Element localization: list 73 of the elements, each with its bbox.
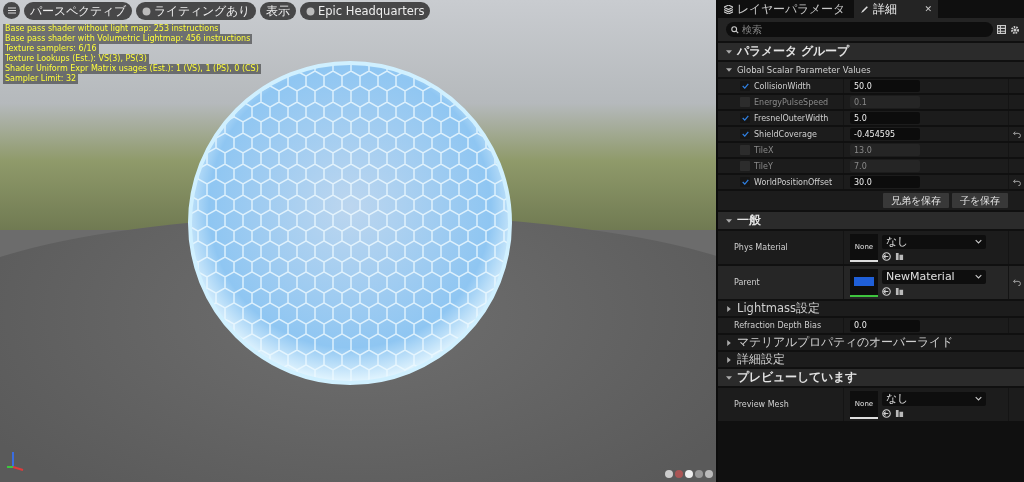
- toolbar-button[interactable]: 表示: [260, 2, 296, 20]
- use-asset-icon[interactable]: [882, 251, 891, 261]
- browse-folder-icon[interactable]: [895, 286, 904, 296]
- number-field[interactable]: 50.0: [850, 80, 920, 92]
- number-field[interactable]: -0.454595: [850, 128, 920, 140]
- asset-dropdown[interactable]: なし: [882, 391, 986, 406]
- parameter-name: EnergyPulseSpeed: [754, 97, 829, 107]
- parameter-name: TileX: [754, 145, 774, 155]
- pencil-icon: [860, 4, 869, 14]
- collapsed-arrow-icon[interactable]: [726, 305, 732, 312]
- asset-dropdown[interactable]: NewMaterial: [882, 269, 986, 284]
- toolbar-icon: [142, 6, 151, 16]
- reset-arrow-icon[interactable]: [1012, 279, 1021, 286]
- section-header[interactable]: 一般: [718, 212, 1024, 229]
- toolbar-icon: [306, 6, 315, 16]
- number-field[interactable]: 0.1: [850, 96, 920, 108]
- property-name: Preview Mesh: [734, 400, 789, 409]
- browse-folder-icon[interactable]: [895, 408, 904, 418]
- checkbox[interactable]: [740, 81, 750, 91]
- expanded-arrow-icon[interactable]: [726, 48, 732, 55]
- property-name: Phys Material: [734, 243, 788, 252]
- group-label: Global Scalar Parameter Values: [737, 64, 871, 75]
- collapsed-arrow-icon[interactable]: [726, 356, 732, 363]
- collapsed-arrow-icon[interactable]: [726, 339, 732, 346]
- number-field[interactable]: 13.0: [850, 144, 920, 156]
- view-mode-icons-drawing: [664, 469, 714, 479]
- settings-icon[interactable]: [1010, 24, 1020, 35]
- caret-icon: [975, 274, 982, 279]
- parameter-name: TileY: [754, 161, 773, 171]
- number-field[interactable]: 30.0: [850, 176, 920, 188]
- check-icon: [741, 179, 749, 185]
- parameter-name: ShieldCoverage: [754, 129, 817, 139]
- browse-folder-icon[interactable]: [895, 251, 904, 261]
- number-field[interactable]: 0.0: [850, 319, 920, 332]
- checkbox[interactable]: [740, 129, 750, 139]
- group-label[interactable]: 詳細設定: [737, 352, 785, 367]
- menu-icon: [7, 7, 16, 14]
- expanded-arrow-icon[interactable]: [726, 374, 732, 381]
- search-icon: [731, 26, 739, 34]
- toolbar-button[interactable]: パースペクティブ: [24, 2, 132, 20]
- parameter-name: FresnelOuterWidth: [754, 113, 829, 123]
- material-preview-icon: [854, 277, 874, 286]
- reset-arrow-icon[interactable]: [1012, 130, 1021, 138]
- close-tab-button[interactable]: ✕: [924, 4, 932, 14]
- checkbox[interactable]: [740, 177, 750, 187]
- property-name: Refraction Depth Bias: [734, 321, 822, 330]
- toolbar-button[interactable]: Epic Headquarters: [300, 2, 431, 20]
- property-name: Parent: [734, 278, 760, 287]
- section-header[interactable]: プレビューしています: [718, 369, 1024, 386]
- check-icon: [741, 115, 749, 121]
- reset-arrow-icon[interactable]: [1012, 178, 1021, 186]
- use-asset-icon[interactable]: [882, 286, 891, 296]
- layers-icon: [724, 4, 733, 14]
- use-asset-icon[interactable]: [882, 408, 891, 418]
- table-view-icon[interactable]: [997, 25, 1006, 34]
- toolbar-button[interactable]: ライティングあり: [136, 2, 256, 20]
- asset-dropdown[interactable]: なし: [882, 234, 986, 249]
- parameter-name: CollisionWidth: [754, 81, 811, 91]
- caret-icon: [975, 239, 982, 244]
- check-icon: [741, 131, 749, 137]
- panel-tab[interactable]: 詳細 ✕: [854, 0, 938, 18]
- checkbox[interactable]: [740, 113, 750, 123]
- parameter-name: WorldPositionOffset: [754, 177, 833, 187]
- number-field[interactable]: 5.0: [850, 112, 920, 124]
- save-button[interactable]: 兄弟を保存: [883, 193, 949, 208]
- caret-icon: [975, 396, 982, 401]
- number-field[interactable]: 7.0: [850, 160, 920, 172]
- search-field[interactable]: 検索: [726, 22, 993, 37]
- section-header[interactable]: パラメータ グループ: [718, 43, 1024, 60]
- check-icon: [741, 83, 749, 89]
- save-button[interactable]: 子を保存: [952, 193, 1008, 208]
- expanded-arrow-icon[interactable]: [726, 66, 732, 73]
- expanded-arrow-icon[interactable]: [726, 217, 732, 224]
